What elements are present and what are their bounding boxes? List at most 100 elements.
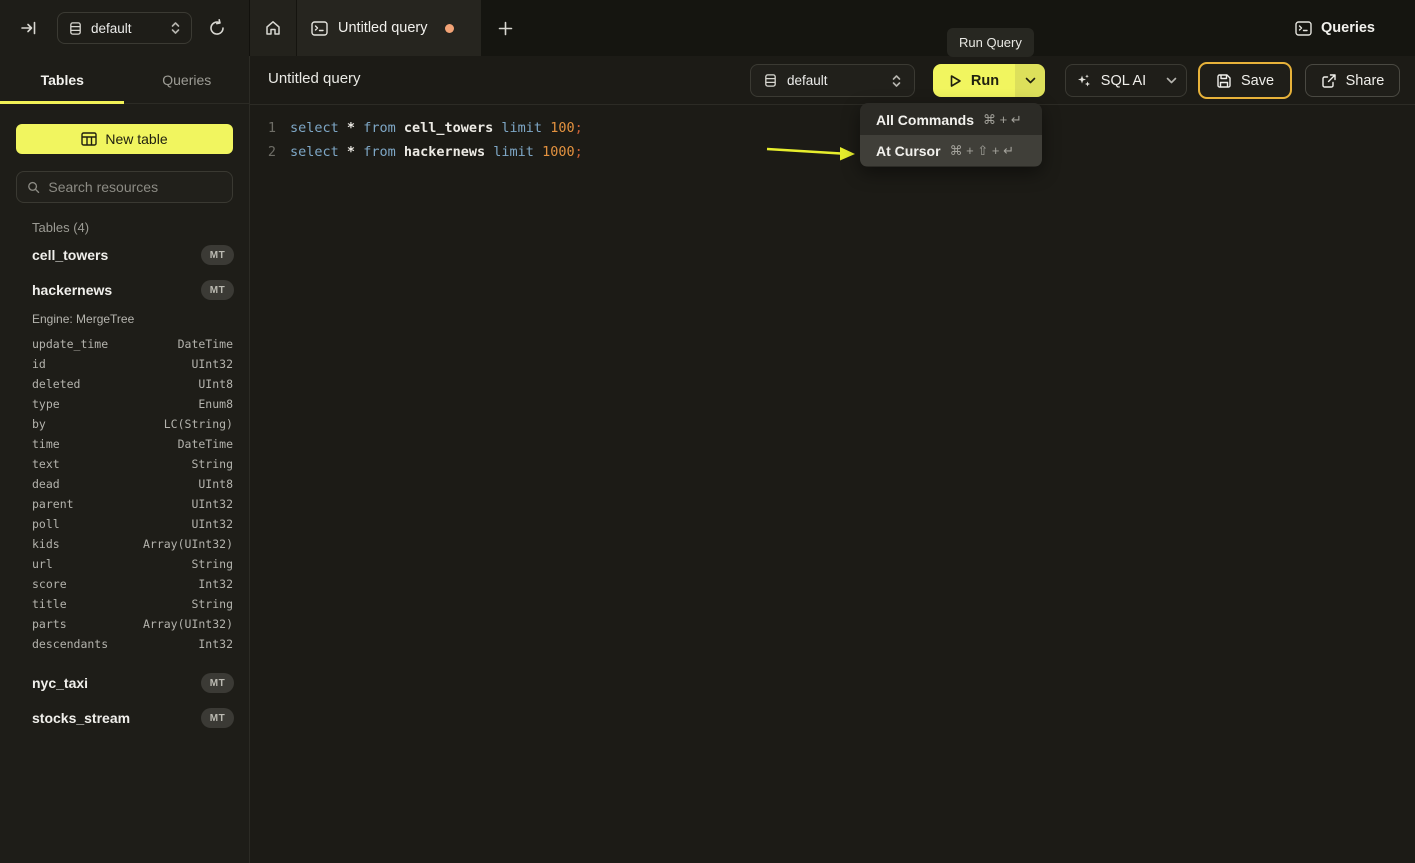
run-button[interactable]: Run: [933, 64, 1015, 97]
column-row: timeDateTime: [0, 434, 250, 454]
run-query-tooltip: Run Query: [947, 28, 1034, 57]
menu-item-label: At Cursor: [876, 143, 941, 159]
line-number: 2: [250, 140, 276, 164]
run-button-group: Run: [933, 64, 1045, 97]
unsaved-changes-dot: [445, 24, 454, 33]
share-button[interactable]: Share: [1305, 64, 1400, 97]
column-name: dead: [32, 477, 198, 491]
column-name: descendants: [32, 637, 198, 651]
table-grid-icon: [81, 132, 97, 146]
save-icon: [1216, 73, 1232, 89]
updown-chevron-icon: [170, 21, 181, 35]
code-line: 1select * from cell_towers limit 100;: [250, 116, 1415, 140]
home-tab[interactable]: [250, 0, 297, 56]
column-row: textString: [0, 454, 250, 474]
search-box[interactable]: [16, 171, 233, 203]
engine-badge: MT: [201, 280, 234, 300]
table-engine-label: Engine: MergeTree: [0, 306, 250, 334]
column-type: String: [191, 557, 233, 571]
sql-editor[interactable]: 1select * from cell_towers limit 100;2se…: [250, 105, 1415, 863]
run-options-menu: All Commands⌘ + ↵ At Cursor ⌘ + ⇧ + ↵: [860, 103, 1042, 167]
database-icon: [763, 73, 778, 88]
tab-label: Untitled query: [338, 20, 427, 36]
search-icon: [27, 180, 40, 195]
menu-item-all-commands[interactable]: All Commands⌘ + ↵: [860, 104, 1042, 135]
sidebar-tabs: Tables Queries: [0, 56, 249, 104]
column-row: parentUInt32: [0, 494, 250, 514]
annotation-arrow: [762, 140, 858, 164]
tab-untitled-query[interactable]: Untitled query: [297, 0, 481, 56]
table-row-nyc_taxi[interactable]: nyc_taxiMT: [0, 667, 250, 699]
column-row: idUInt32: [0, 354, 250, 374]
save-button[interactable]: Save: [1198, 62, 1292, 99]
share-icon: [1321, 73, 1337, 89]
column-type: UInt8: [198, 477, 233, 491]
sql-ai-options-button[interactable]: [1156, 65, 1186, 96]
queries-terminal-icon: [1295, 21, 1312, 36]
engine-badge: MT: [201, 708, 234, 728]
column-name: title: [32, 597, 191, 611]
new-table-label: New table: [105, 131, 167, 147]
active-tab-underline: [0, 101, 124, 104]
table-row-cell_towers[interactable]: cell_towersMT: [0, 239, 250, 271]
column-name: poll: [32, 517, 191, 531]
queries-button[interactable]: Queries: [1295, 0, 1375, 56]
database-selector-toolbar[interactable]: default: [750, 64, 915, 97]
column-name: parts: [32, 617, 143, 631]
column-list: update_timeDateTimeidUInt32deletedUInt8t…: [0, 334, 250, 664]
chevron-down-icon: [1025, 77, 1036, 84]
new-table-button[interactable]: New table: [16, 124, 233, 154]
sql-ai-label: SQL AI: [1101, 73, 1146, 89]
column-row: partsArray(UInt32): [0, 614, 250, 634]
terminal-icon: [311, 21, 328, 36]
query-title: Untitled query: [268, 70, 361, 87]
table-list: cell_towersMThackernewsMTEngine: MergeTr…: [0, 239, 250, 737]
sidebar-tab-queries[interactable]: Queries: [125, 56, 250, 103]
column-name: by: [32, 417, 164, 431]
table-row-stocks_stream[interactable]: stocks_streamMT: [0, 702, 250, 734]
column-name: type: [32, 397, 198, 411]
search-input[interactable]: [48, 179, 222, 195]
sidebar: Tables Queries New table Tables (4) cell…: [0, 56, 250, 863]
column-name: text: [32, 457, 191, 471]
updown-chevron-icon: [891, 74, 902, 88]
column-name: score: [32, 577, 198, 591]
database-selector-value: default: [787, 73, 882, 88]
refresh-icon[interactable]: [207, 18, 227, 38]
sql-ai-button-group: SQL AI: [1065, 64, 1187, 97]
menu-item-at-cursor[interactable]: At Cursor ⌘ + ⇧ + ↵: [860, 135, 1042, 166]
run-options-button[interactable]: [1015, 64, 1045, 97]
column-row: scoreInt32: [0, 574, 250, 594]
sidebar-tab-tables[interactable]: Tables: [0, 56, 125, 103]
column-type: Array(UInt32): [143, 617, 233, 631]
column-name: deleted: [32, 377, 198, 391]
play-icon: [949, 74, 962, 88]
column-type: String: [191, 597, 233, 611]
column-row: urlString: [0, 554, 250, 574]
tables-section-label: Tables (4): [32, 220, 89, 235]
line-code: select * from cell_towers limit 100;: [276, 116, 583, 140]
database-selector-top[interactable]: default: [57, 12, 192, 44]
database-icon: [68, 21, 83, 36]
menu-item-label: All Commands: [876, 112, 974, 128]
sparkles-icon: [1076, 73, 1092, 89]
chevron-down-icon: [1166, 77, 1177, 84]
column-row: kidsArray(UInt32): [0, 534, 250, 554]
run-label: Run: [971, 73, 999, 89]
menu-item-shortcut: ⌘ + ⇧ + ↵: [950, 143, 1014, 159]
sql-ai-button[interactable]: SQL AI: [1066, 73, 1156, 89]
engine-badge: MT: [201, 673, 234, 693]
sql-console: default: [0, 0, 1415, 863]
column-name: id: [32, 357, 191, 371]
column-row: update_timeDateTime: [0, 334, 250, 354]
table-row-hackernews[interactable]: hackernewsMT: [0, 274, 250, 306]
collapse-sidebar-icon[interactable]: [20, 19, 38, 37]
column-name: parent: [32, 497, 191, 511]
share-label: Share: [1346, 73, 1385, 89]
database-selector-value: default: [91, 21, 162, 36]
new-tab-button[interactable]: [481, 0, 529, 56]
column-type: UInt8: [198, 377, 233, 391]
column-row: titleString: [0, 594, 250, 614]
column-type: UInt32: [191, 517, 233, 531]
column-type: Enum8: [198, 397, 233, 411]
